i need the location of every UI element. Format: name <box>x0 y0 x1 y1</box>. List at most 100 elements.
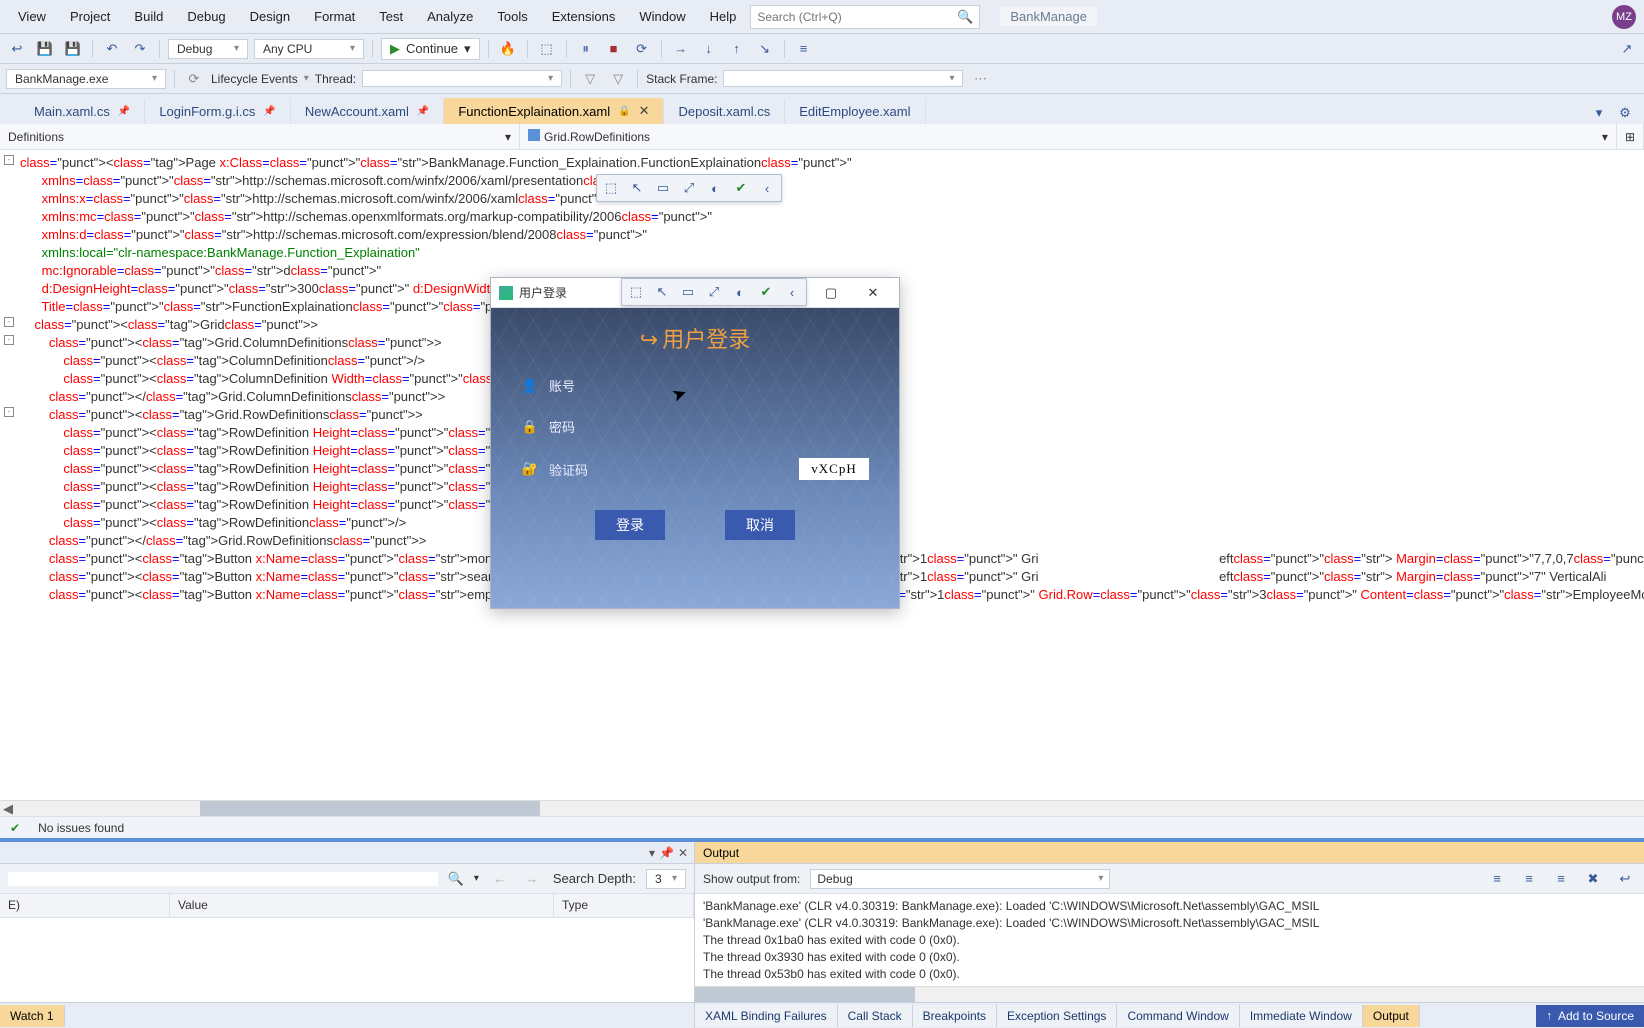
overflow-icon[interactable]: ⋯ <box>969 68 991 90</box>
menu-debug[interactable]: Debug <box>177 5 235 28</box>
tool-icon[interactable]: ⬚ <box>536 38 558 60</box>
menu-design[interactable]: Design <box>240 5 300 28</box>
stackframe-dropdown[interactable]: ▾ <box>723 70 963 87</box>
add-to-source-button[interactable]: ↑Add to Source <box>1536 1005 1644 1027</box>
platform-dropdown[interactable]: Any CPU▾ <box>254 39 364 59</box>
tool-icon[interactable]: ⤢ <box>677 177 701 199</box>
code-line[interactable]: xmlns:mc=class="punct">"class="str">http… <box>0 208 1644 226</box>
nav-fwd-icon[interactable]: → <box>521 868 543 890</box>
fold-toggle[interactable]: - <box>4 317 14 327</box>
xaml-mini-toolbar[interactable]: ⬚ ↖ ▭ ⤢ ◐ ✔ ‹ <box>596 174 782 202</box>
btab-command[interactable]: Command Window <box>1117 1005 1239 1027</box>
tool-icon[interactable]: ↖ <box>625 177 649 199</box>
lock-icon[interactable]: 🔒 <box>618 106 630 117</box>
tool-icon[interactable]: ▭ <box>651 177 675 199</box>
tool-icon[interactable]: ≡ <box>1518 868 1540 890</box>
tab-deposit[interactable]: Deposit.xaml.cs <box>664 99 785 124</box>
login-dialog[interactable]: ⬚ ↖ ▭ ⤢ ◐ ✔ ‹ 用户登录 ▢ ✕ 用户登录 👤 账号 🔒 密码 🔐 … <box>490 277 900 609</box>
code-line[interactable]: xmlns:d=class="punct">"class="str">http:… <box>0 226 1644 244</box>
menu-format[interactable]: Format <box>304 5 365 28</box>
continue-button[interactable]: ▶Continue▾ <box>381 38 480 60</box>
xaml-mini-toolbar[interactable]: ⬚ ↖ ▭ ⤢ ◐ ✔ ‹ <box>621 278 807 306</box>
btab-callstack[interactable]: Call Stack <box>838 1005 913 1027</box>
watch-search-input[interactable] <box>8 872 438 886</box>
menu-view[interactable]: View <box>8 5 56 28</box>
col-type[interactable]: Type <box>554 894 694 917</box>
pin-icon[interactable]: 📌 <box>417 106 429 117</box>
search-depth-dropdown[interactable]: 3▾ <box>646 869 686 889</box>
pin-icon[interactable]: 📌 <box>118 106 130 117</box>
output-body[interactable]: 'BankManage.exe' (CLR v4.0.30319: BankMa… <box>695 894 1644 986</box>
pin-icon[interactable]: 📌 <box>659 846 674 860</box>
check-icon[interactable]: ✔ <box>754 281 778 303</box>
menu-window[interactable]: Window <box>629 5 695 28</box>
pin-icon[interactable]: 📌 <box>263 106 275 117</box>
menu-help[interactable]: Help <box>700 5 747 28</box>
tool-icon[interactable]: ⬚ <box>599 177 623 199</box>
check-icon[interactable]: ✔ <box>729 177 753 199</box>
fold-toggle[interactable]: - <box>4 155 14 165</box>
output-source-dropdown[interactable]: Debug▾ <box>810 869 1110 889</box>
chevron-left-icon[interactable]: ‹ <box>755 177 779 199</box>
tab-functionexplaination[interactable]: FunctionExplaination.xaml🔒✕ <box>444 98 664 124</box>
pause-icon[interactable]: ⏸ <box>575 38 597 60</box>
btab-xaml-binding[interactable]: XAML Binding Failures <box>695 1005 838 1027</box>
code-line[interactable]: xmlns=class="punct">"class="str">http://… <box>0 172 1644 190</box>
nav-back-icon[interactable]: ← <box>489 868 511 890</box>
menu-build[interactable]: Build <box>124 5 173 28</box>
filter-icon[interactable]: ▽ <box>607 68 629 90</box>
save-icon[interactable]: 💾 <box>34 38 56 60</box>
cancel-button[interactable]: 取消 <box>725 510 795 540</box>
save-all-icon[interactable]: 💾 <box>62 38 84 60</box>
watch-grid-body[interactable] <box>0 918 694 1002</box>
tool-icon[interactable]: ▭ <box>676 281 700 303</box>
btab-breakpoints[interactable]: Breakpoints <box>913 1005 997 1027</box>
menu-analyze[interactable]: Analyze <box>417 5 483 28</box>
restart-icon[interactable]: ⟳ <box>631 38 653 60</box>
split-icon[interactable]: ⊞ <box>1617 124 1644 149</box>
close-icon[interactable]: ✕ <box>639 103 650 119</box>
horizontal-scrollbar[interactable]: ◀ ▶ <box>0 800 1644 816</box>
filter-icon[interactable]: ▽ <box>579 68 601 90</box>
clear-all-icon[interactable]: ✖ <box>1582 868 1604 890</box>
code-line[interactable]: class="punct"><class="tag">Page x:Class=… <box>0 154 1644 172</box>
tool-icon[interactable]: ⤢ <box>702 281 726 303</box>
tool-icon[interactable]: ◐ <box>728 281 752 303</box>
menu-project[interactable]: Project <box>60 5 120 28</box>
output-scrollbar[interactable] <box>695 986 1644 1002</box>
tool-icon[interactable]: ↖ <box>650 281 674 303</box>
fold-toggle[interactable]: - <box>4 335 14 345</box>
hot-reload-icon[interactable]: 🔥 <box>497 38 519 60</box>
lifecycle-icon[interactable]: ⟳ <box>183 68 205 90</box>
maximize-icon[interactable]: ▢ <box>813 281 849 305</box>
tool-icon[interactable]: ≡ <box>1550 868 1572 890</box>
step-out-icon[interactable]: ↑ <box>726 38 748 60</box>
code-line[interactable]: xmlns:local="clr-namespace:BankManage.Fu… <box>0 244 1644 262</box>
tool-icon[interactable]: ⬚ <box>624 281 648 303</box>
login-button[interactable]: 登录 <box>595 510 665 540</box>
stop-icon[interactable]: ■ <box>603 38 625 60</box>
search-box[interactable]: 🔍 <box>750 5 980 29</box>
fold-toggle[interactable]: - <box>4 407 14 417</box>
tab-newaccount[interactable]: NewAccount.xaml📌 <box>291 99 445 124</box>
config-dropdown[interactable]: Debug▾ <box>168 39 248 59</box>
process-dropdown[interactable]: BankManage.exe▾ <box>6 69 166 89</box>
search-icon[interactable]: 🔍 <box>448 871 464 887</box>
btab-immediate[interactable]: Immediate Window <box>1240 1005 1363 1027</box>
redo-icon[interactable]: ↷ <box>129 38 151 60</box>
avatar[interactable]: MZ <box>1612 5 1636 29</box>
tool-icon[interactable]: ◐ <box>703 177 727 199</box>
chevron-left-icon[interactable]: ‹ <box>780 281 804 303</box>
step-over-icon[interactable]: ↓ <box>698 38 720 60</box>
scroll-left-icon[interactable]: ◀ <box>0 801 16 816</box>
tool-icon[interactable]: ≡ <box>1486 868 1508 890</box>
tab-main[interactable]: Main.xaml.cs📌 <box>20 99 145 124</box>
close-icon[interactable]: ✕ <box>678 846 688 860</box>
step-into-icon[interactable]: → <box>670 38 692 60</box>
tab-loginform[interactable]: LoginForm.g.i.cs📌 <box>145 99 291 124</box>
undo-icon[interactable]: ↶ <box>101 38 123 60</box>
member-dropdown-left[interactable]: Definitions▾ <box>0 124 520 149</box>
search-input[interactable] <box>751 10 979 24</box>
btab-exception[interactable]: Exception Settings <box>997 1005 1117 1027</box>
tool-icon[interactable]: ≡ <box>793 38 815 60</box>
